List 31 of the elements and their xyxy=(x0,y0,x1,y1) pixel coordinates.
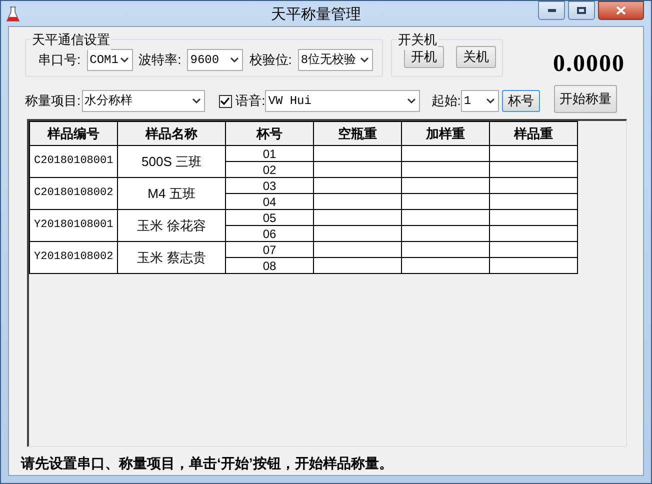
parity-dropdown[interactable]: 8位无校验 xyxy=(298,49,373,71)
column-header: 样品编号 xyxy=(30,122,118,146)
close-icon xyxy=(616,6,626,15)
table-cell: 玉米 蔡志贵 xyxy=(118,242,226,274)
column-header: 样品名称 xyxy=(118,122,226,146)
field-label: 称量项目: xyxy=(25,92,81,110)
flask-icon xyxy=(6,6,20,22)
checkbox[interactable] xyxy=(218,94,232,108)
voice-dropdown[interactable]: VW Hui xyxy=(265,90,420,112)
minimize-button[interactable] xyxy=(538,1,565,20)
close-button[interactable] xyxy=(598,1,644,20)
status-message: 请先设置串口、称量项目，单击‘开始’按钮，开始样品称量。 xyxy=(21,454,393,473)
table-cell: 08 xyxy=(226,258,314,274)
field-label: 起始: xyxy=(431,92,461,110)
field-label: 语音: xyxy=(236,92,266,110)
group-title: 开关机 xyxy=(397,30,438,50)
start-weighing-button[interactable]: 开始称量 xyxy=(554,85,617,113)
port-dropdown[interactable]: COM1 xyxy=(86,49,133,71)
window-title: 天平称量管理 xyxy=(270,5,362,25)
field-label: 串口号: xyxy=(38,51,81,70)
baud-rate-dropdown[interactable]: 9600 xyxy=(187,49,244,71)
power-button[interactable]: 关机 xyxy=(456,46,496,68)
field-label: 校验位: xyxy=(249,51,292,70)
group-title: 天平通信设置 xyxy=(31,30,111,50)
maximize-button[interactable] xyxy=(568,1,595,20)
field-label: 波特率: xyxy=(138,51,182,70)
cup-number-button[interactable]: 杯号 xyxy=(502,90,540,112)
project-dropdown[interactable]: 水分称样 xyxy=(82,90,205,112)
start-dropdown[interactable]: 1 xyxy=(460,90,499,112)
weight-reading: 0.0000 xyxy=(553,50,625,79)
table-cell: Y20180108002 xyxy=(30,242,118,274)
